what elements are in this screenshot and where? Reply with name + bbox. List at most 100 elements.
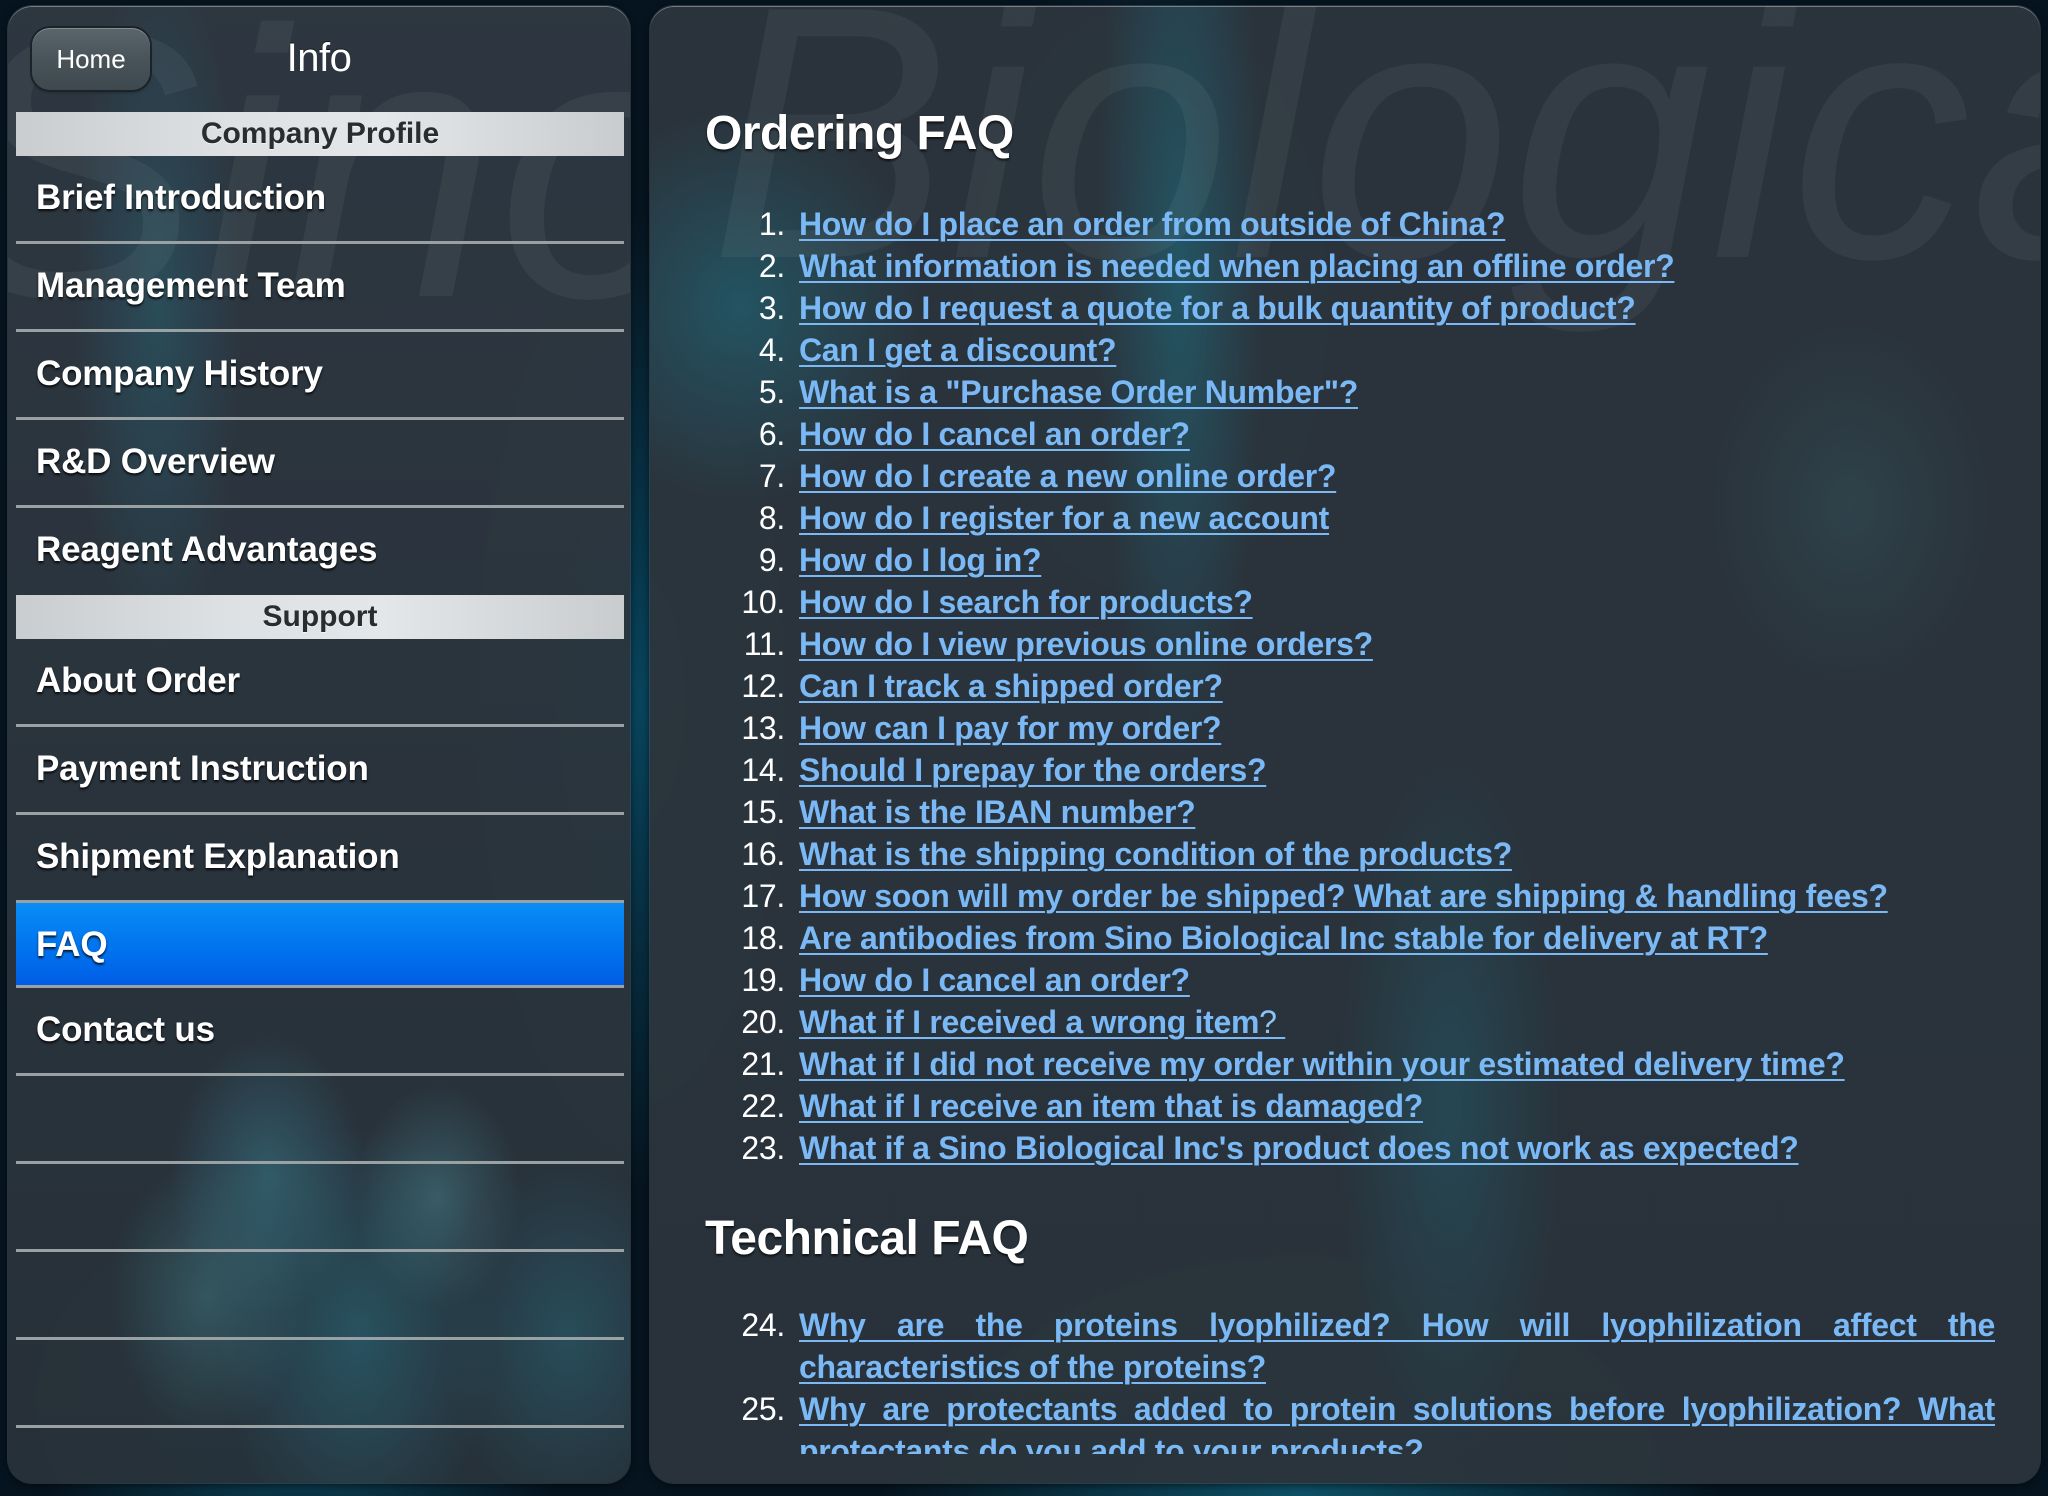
- faq-list-item: 17. How soon will my order be shipped? Wh…: [705, 875, 1995, 917]
- faq-list-item: 15. What is the IBAN number?: [705, 791, 1995, 833]
- faq-question-link[interactable]: How do I cancel an order?: [799, 959, 1190, 1001]
- faq-question-link[interactable]: How do I search for products?: [799, 581, 1253, 623]
- faq-item-number: 22.: [741, 1088, 785, 1124]
- sidebar-item-payment-instruction[interactable]: Payment Instruction: [16, 727, 624, 815]
- faq-question-link[interactable]: How do I view previous online orders?: [799, 623, 1373, 665]
- faq-list-item: 4. Can I get a discount?: [705, 329, 1995, 371]
- faq-question-text: How do I request a quote for a bulk quan…: [799, 290, 1636, 326]
- faq-question-link[interactable]: Can I get a discount?: [799, 329, 1117, 371]
- faq-list-item: 3. How do I request a quote for a bulk qu…: [705, 287, 1995, 329]
- faq-question-text: How do I log in?: [799, 542, 1042, 578]
- faq-question-text: Why are protectants added to protein sol…: [799, 1391, 1995, 1454]
- faq-question-text: How soon will my order be shipped? What …: [799, 878, 1888, 914]
- faq-item-number: 3.: [758, 290, 785, 326]
- ordering-faq-list: 1. How do I place an order from outside o…: [705, 203, 1995, 1169]
- faq-list-item: 7. How do I create a new online order?: [705, 455, 1995, 497]
- faq-question-link[interactable]: What if I received a wrong item?: [799, 1001, 1285, 1043]
- faq-list-item: 8. How do I register for a new account: [705, 497, 1995, 539]
- faq-question-text: What information is needed when placing …: [799, 248, 1675, 284]
- faq-item-number: 4.: [758, 332, 785, 368]
- faq-list-item: 19. How do I cancel an order?: [705, 959, 1995, 1001]
- faq-list-item: 1. How do I place an order from outside o…: [705, 203, 1995, 245]
- faq-list-item: 6. How do I cancel an order?: [705, 413, 1995, 455]
- faq-list-item: 9. How do I log in?: [705, 539, 1995, 581]
- faq-question-text: How do I place an order from outside of …: [799, 206, 1506, 242]
- sidebar-item-brief-introduction[interactable]: Brief Introduction: [16, 156, 624, 244]
- faq-question-link[interactable]: How do I register for a new account: [799, 497, 1329, 539]
- faq-item-number: 16.: [741, 836, 785, 872]
- ordering-faq-heading: Ordering FAQ: [705, 107, 1014, 160]
- faq-question-text: What is the IBAN number?: [799, 794, 1196, 830]
- faq-question-text: How do I cancel an order?: [799, 416, 1190, 452]
- sidebar-empty-row: [16, 1252, 624, 1340]
- faq-question-link[interactable]: What is the IBAN number?: [799, 791, 1196, 833]
- faq-question-link[interactable]: Why are protectants added to protein sol…: [799, 1388, 1995, 1454]
- faq-question-text: What if I did not receive my order withi…: [799, 1046, 1845, 1082]
- faq-question-link[interactable]: How soon will my order be shipped? What …: [799, 875, 1888, 917]
- faq-list-item: 16. What is the shipping condition of the…: [705, 833, 1995, 875]
- section-header-support: Support: [16, 595, 624, 639]
- faq-list-item: 10. How do I search for products?: [705, 581, 1995, 623]
- faq-question-link[interactable]: What if I receive an item that is damage…: [799, 1085, 1423, 1127]
- faq-item-number: 15.: [741, 794, 785, 830]
- faq-question-text: Can I get a discount?: [799, 332, 1117, 368]
- faq-question-text: What if I received a wrong item: [799, 1004, 1260, 1040]
- faq-list-item: 12. Can I track a shipped order?: [705, 665, 1995, 707]
- faq-question-text: Can I track a shipped order?: [799, 668, 1223, 704]
- faq-item-number: 9.: [758, 542, 785, 578]
- faq-question-link[interactable]: How can I pay for my order?: [799, 707, 1222, 749]
- faq-item-number: 10.: [741, 584, 785, 620]
- faq-question-link[interactable]: What is a "Purchase Order Number"?: [799, 371, 1358, 413]
- faq-list-item: 14. Should I prepay for the orders?: [705, 749, 1995, 791]
- sidebar-item-faq[interactable]: FAQ: [16, 900, 624, 988]
- sidebar-item-contact-us[interactable]: Contact us: [16, 988, 624, 1076]
- faq-item-number: 2.: [758, 248, 785, 284]
- faq-list-item: 25. Why are protectants added to protein …: [705, 1388, 1995, 1454]
- faq-item-number: 19.: [741, 962, 785, 998]
- faq-item-number: 5.: [758, 374, 785, 410]
- faq-question-text: What is a "Purchase Order Number"?: [799, 374, 1358, 410]
- faq-question-text: What if I receive an item that is damage…: [799, 1088, 1424, 1124]
- faq-item-number: 7.: [758, 458, 785, 494]
- sidebar-item-management-team[interactable]: Management Team: [16, 244, 624, 332]
- technical-faq-scroll-area[interactable]: 24. Why are the proteins lyophilized? How…: [650, 1296, 2040, 1454]
- faq-question-text: Are antibodies from Sino Biological Inc …: [799, 920, 1768, 956]
- faq-item-number: 8.: [758, 500, 785, 536]
- faq-item-number: 12.: [741, 668, 785, 704]
- faq-list-item: 21. What if I did not receive my order wi…: [705, 1043, 1995, 1085]
- faq-question-link[interactable]: Can I track a shipped order?: [799, 665, 1223, 707]
- faq-question-link[interactable]: What if a Sino Biological Inc's product …: [799, 1127, 1799, 1169]
- section-header-company-profile: Company Profile: [16, 112, 624, 156]
- sidebar-panel: Sino Home Info Company Profile Brief Int…: [8, 6, 630, 1483]
- faq-question-link[interactable]: How do I log in?: [799, 539, 1042, 581]
- faq-question-link[interactable]: Should I prepay for the orders?: [799, 749, 1267, 791]
- faq-question-text: How do I create a new online order?: [799, 458, 1337, 494]
- sidebar-item-shipment-explanation[interactable]: Shipment Explanation: [16, 815, 624, 900]
- sidebar-item-rd-overview[interactable]: R&D Overview: [16, 420, 624, 508]
- sidebar-empty-row: [16, 1340, 624, 1428]
- faq-item-number: 1.: [758, 206, 785, 242]
- sidebar-item-company-history[interactable]: Company History: [16, 332, 624, 420]
- sidebar-item-reagent-advantages[interactable]: Reagent Advantages: [16, 508, 624, 596]
- sidebar-empty-row: [16, 1076, 624, 1164]
- faq-question-text: How can I pay for my order?: [799, 710, 1222, 746]
- faq-question-link[interactable]: What is the shipping condition of the pr…: [799, 833, 1512, 875]
- faq-list-item: 20. What if I received a wrong item?: [705, 1001, 1995, 1043]
- faq-list-item: 5. What is a "Purchase Order Number"?: [705, 371, 1995, 413]
- faq-list-item: 18. Are antibodies from Sino Biological I…: [705, 917, 1995, 959]
- faq-question-link[interactable]: How do I request a quote for a bulk quan…: [799, 287, 1636, 329]
- sidebar-item-about-order[interactable]: About Order: [16, 639, 624, 727]
- faq-question-link[interactable]: What information is needed when placing …: [799, 245, 1675, 287]
- faq-list-item: 13. How can I pay for my order?: [705, 707, 1995, 749]
- sidebar-empty-row: [16, 1164, 624, 1252]
- faq-question-link[interactable]: How do I create a new online order?: [799, 455, 1336, 497]
- nav-title: Info: [286, 36, 352, 80]
- faq-question-link[interactable]: Why are the proteins lyophilized? How wi…: [799, 1304, 1995, 1388]
- faq-item-number: 21.: [741, 1046, 785, 1082]
- faq-question-link[interactable]: Are antibodies from Sino Biological Inc …: [799, 917, 1768, 959]
- faq-question-link[interactable]: How do I cancel an order?: [799, 413, 1190, 455]
- faq-question-link[interactable]: How do I place an order from outside of …: [799, 203, 1506, 245]
- faq-question-text: How do I view previous online orders?: [799, 626, 1373, 662]
- faq-question-link[interactable]: What if I did not receive my order withi…: [799, 1043, 1845, 1085]
- faq-content-panel[interactable]: Biological Ordering FAQ 1.How do I place…: [650, 6, 2040, 1483]
